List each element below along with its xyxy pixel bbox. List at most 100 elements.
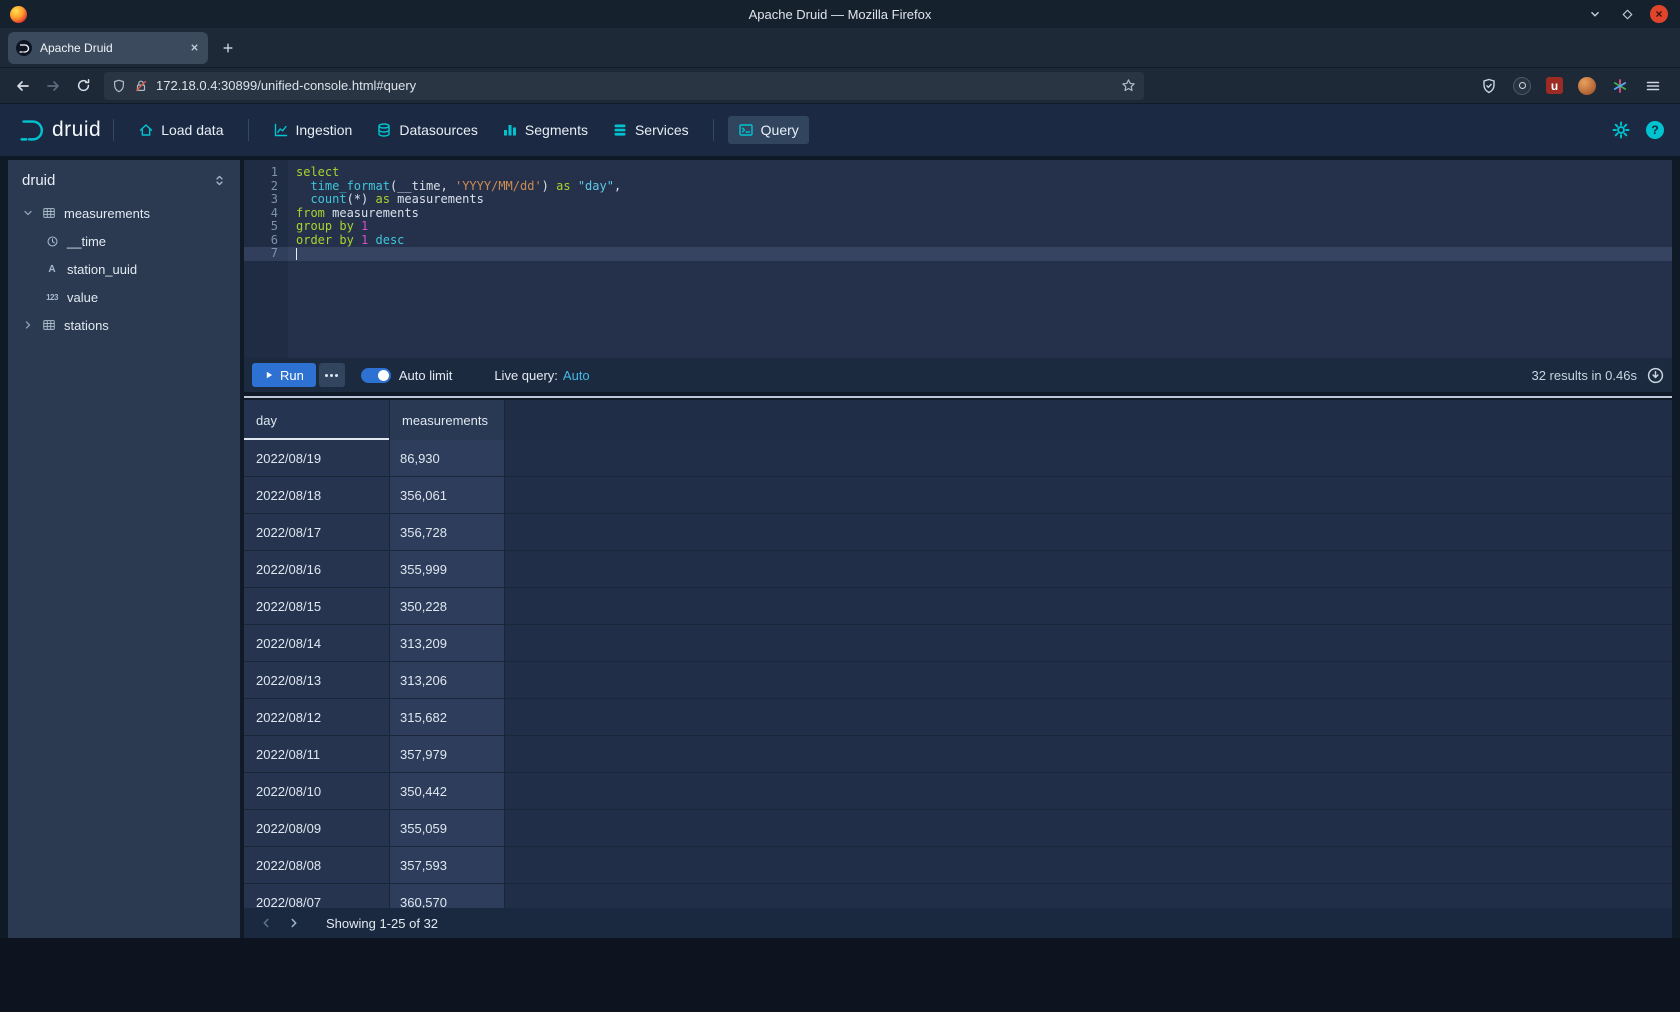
table-row[interactable]: 2022/08/07360,570 <box>244 884 1672 908</box>
cell-measurements[interactable]: 356,728 <box>390 514 505 550</box>
table-row[interactable]: 2022/08/11357,979 <box>244 736 1672 773</box>
table-row[interactable]: 2022/08/15350,228 <box>244 588 1672 625</box>
table-row[interactable]: 2022/08/17356,728 <box>244 514 1672 551</box>
column-item-station_uuid[interactable]: Astation_uuid <box>8 255 240 283</box>
cell-measurements[interactable]: 315,682 <box>390 699 505 735</box>
avatar-extension-icon[interactable] <box>1578 77 1596 95</box>
browser-tab[interactable]: Apache Druid <box>8 32 208 64</box>
sql-editor[interactable]: 1select2 time_format(__time, 'YYYY/MM/dd… <box>244 160 1672 358</box>
nav-item-datasources[interactable]: Datasources <box>366 116 488 144</box>
download-icon[interactable] <box>1647 367 1664 384</box>
bars-icon <box>502 122 518 138</box>
window-close-icon[interactable] <box>1650 5 1668 23</box>
nav-item-services[interactable]: Services <box>602 116 699 144</box>
pocket-shield-icon[interactable] <box>1480 77 1498 95</box>
run-button[interactable]: Run <box>252 363 316 387</box>
editor-line[interactable]: 6order by 1 desc <box>244 234 1672 248</box>
cell-day[interactable]: 2022/08/10 <box>244 773 390 809</box>
chevron-down-icon[interactable] <box>22 207 34 219</box>
cell-measurements[interactable]: 350,442 <box>390 773 505 809</box>
settings-gear-icon[interactable] <box>1612 121 1630 139</box>
table-row[interactable]: 2022/08/1986,930 <box>244 440 1672 477</box>
url-text[interactable]: 172.18.0.4:30899/unified-console.html#qu… <box>156 78 1113 93</box>
pagination-summary: Showing 1-25 of 32 <box>326 916 438 931</box>
editor-line[interactable]: 2 time_format(__time, 'YYYY/MM/dd') as "… <box>244 180 1672 194</box>
cell-measurements[interactable]: 350,228 <box>390 588 505 624</box>
table-row[interactable]: 2022/08/14313,209 <box>244 625 1672 662</box>
table-row[interactable]: 2022/08/18356,061 <box>244 477 1672 514</box>
cell-day[interactable]: 2022/08/15 <box>244 588 390 624</box>
editor-line[interactable]: 5group by 1 <box>244 220 1672 234</box>
druid-brand[interactable]: druid <box>16 115 101 145</box>
schema-switch-icon[interactable] <box>213 174 226 187</box>
results-splitter[interactable] <box>244 396 1672 398</box>
container-asterisk-icon[interactable] <box>1611 77 1629 95</box>
help-icon[interactable]: ? <box>1646 121 1664 139</box>
table-item-measurements[interactable]: measurements <box>8 199 240 227</box>
nav-item-query[interactable]: Query <box>728 116 809 144</box>
editor-line[interactable]: 4from measurements <box>244 207 1672 221</box>
column-header-measurements[interactable]: measurements <box>390 400 505 440</box>
row-filler <box>505 884 1672 908</box>
column-item-value[interactable]: 123value <box>8 283 240 311</box>
cell-day[interactable]: 2022/08/18 <box>244 477 390 513</box>
lock-insecure-icon[interactable] <box>134 79 148 93</box>
table-row[interactable]: 2022/08/16355,999 <box>244 551 1672 588</box>
cell-day[interactable]: 2022/08/08 <box>244 847 390 883</box>
auto-limit-toggle[interactable] <box>361 368 391 383</box>
column-header-day[interactable]: day <box>244 400 390 440</box>
nav-item-segments[interactable]: Segments <box>492 116 598 144</box>
editor-line[interactable]: 3 count(*) as measurements <box>244 193 1672 207</box>
cell-day[interactable]: 2022/08/12 <box>244 699 390 735</box>
next-page-icon[interactable] <box>280 911 308 935</box>
new-tab-button[interactable] <box>214 34 242 62</box>
editor-line[interactable]: 7 <box>244 247 1672 261</box>
cell-day[interactable]: 2022/08/16 <box>244 551 390 587</box>
table-row[interactable]: 2022/08/08357,593 <box>244 847 1672 884</box>
cell-day[interactable]: 2022/08/13 <box>244 662 390 698</box>
extension-generic-icon[interactable] <box>1513 77 1531 95</box>
cell-measurements[interactable]: 356,061 <box>390 477 505 513</box>
cell-day[interactable]: 2022/08/17 <box>244 514 390 550</box>
column-item-__time[interactable]: __time <box>8 227 240 255</box>
table-row[interactable]: 2022/08/10350,442 <box>244 773 1672 810</box>
tab-close-icon[interactable] <box>189 42 200 53</box>
bookmark-star-icon[interactable] <box>1121 78 1136 93</box>
nav-item-load-data[interactable]: Load data <box>128 116 233 144</box>
cell-day[interactable]: 2022/08/09 <box>244 810 390 846</box>
cell-measurements[interactable]: 355,059 <box>390 810 505 846</box>
run-more-button[interactable] <box>319 363 345 387</box>
cell-day[interactable]: 2022/08/07 <box>244 884 390 908</box>
cell-measurements[interactable]: 313,209 <box>390 625 505 661</box>
cell-day[interactable]: 2022/08/14 <box>244 625 390 661</box>
cell-measurements[interactable]: 86,930 <box>390 440 505 476</box>
cell-measurements[interactable]: 313,206 <box>390 662 505 698</box>
hamburger-menu-icon[interactable] <box>1644 77 1662 95</box>
forward-icon[interactable] <box>38 72 68 100</box>
live-query-value[interactable]: Auto <box>563 368 590 383</box>
cell-day[interactable]: 2022/08/11 <box>244 736 390 772</box>
url-bar[interactable]: 172.18.0.4:30899/unified-console.html#qu… <box>104 72 1144 100</box>
editor-line[interactable]: 1select <box>244 166 1672 180</box>
table-row[interactable]: 2022/08/09355,059 <box>244 810 1672 847</box>
table-row[interactable]: 2022/08/13313,206 <box>244 662 1672 699</box>
shield-icon[interactable] <box>112 79 126 93</box>
extension-icons: u <box>1480 77 1672 95</box>
ublock-icon[interactable]: u <box>1546 77 1563 94</box>
table-item-stations[interactable]: stations <box>8 311 240 339</box>
cell-day[interactable]: 2022/08/19 <box>244 440 390 476</box>
cell-measurements[interactable]: 357,593 <box>390 847 505 883</box>
chevron-right-icon[interactable] <box>22 319 34 331</box>
schema-selector[interactable]: druid <box>8 160 240 199</box>
reload-icon[interactable] <box>68 72 98 100</box>
table-icon <box>41 318 57 332</box>
table-row[interactable]: 2022/08/12315,682 <box>244 699 1672 736</box>
back-icon[interactable] <box>8 72 38 100</box>
cell-measurements[interactable]: 357,979 <box>390 736 505 772</box>
prev-page-icon[interactable] <box>252 911 280 935</box>
cell-measurements[interactable]: 360,570 <box>390 884 505 908</box>
window-shade-icon[interactable] <box>1586 5 1604 23</box>
window-maximize-icon[interactable] <box>1618 5 1636 23</box>
cell-measurements[interactable]: 355,999 <box>390 551 505 587</box>
nav-item-ingestion[interactable]: Ingestion <box>263 116 363 144</box>
